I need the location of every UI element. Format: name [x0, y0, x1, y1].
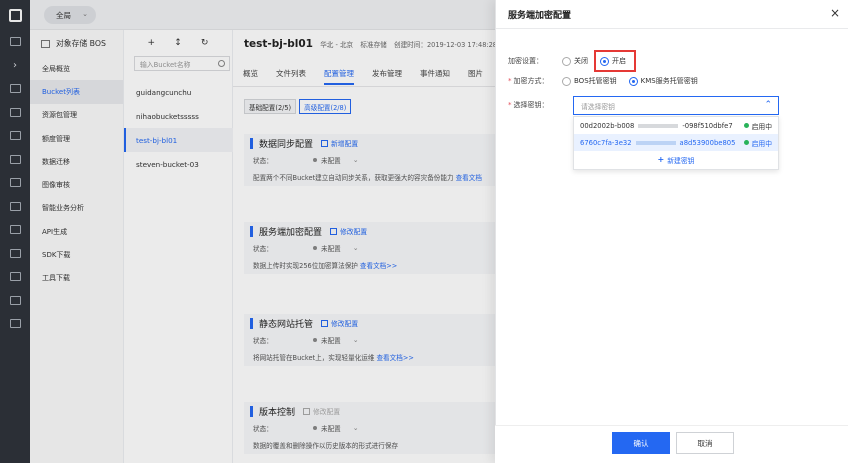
global-nav-bar: ›	[0, 0, 30, 463]
key-dropdown: 00d2002b-b008 -098f510dbfe7 启用中 6760c7fa…	[573, 116, 779, 170]
new-key-label: 新建密钥	[667, 156, 695, 165]
panel-header: 服务端加密配置 ×	[496, 0, 848, 29]
security-icon[interactable]	[0, 171, 30, 195]
cloud-logo-icon[interactable]	[0, 0, 30, 30]
encrypt-off-label: 关闭	[574, 57, 588, 65]
method-bos-radio[interactable]: BOS托管密钥	[562, 76, 617, 86]
key-select-row: * 选择密钥：	[508, 100, 562, 110]
key-select[interactable]: 请选择密钥 ⌃	[573, 96, 779, 115]
new-key-button[interactable]: + 新建密钥	[574, 151, 778, 168]
key-option-hovered[interactable]: 6760c7fa-3e32 a8d53900be805 启用中	[574, 134, 778, 151]
dashboard-icon[interactable]	[0, 30, 30, 54]
encrypt-setting-row: 加密设置： 关闭 开启	[508, 50, 648, 72]
key-state-label: 启用中	[751, 122, 772, 131]
key-id-suffix: -098f510dbfe7	[682, 121, 733, 130]
key-id-prefix: 6760c7fa-3e32	[580, 138, 632, 147]
status-dot-icon	[743, 123, 749, 128]
encrypt-method-text: 加密方式：	[513, 77, 549, 85]
analytics-icon[interactable]	[0, 242, 30, 266]
key-select-placeholder: 请选择密钥	[581, 102, 615, 111]
panel-title: 服务端加密配置	[508, 10, 572, 21]
key-id-prefix: 00d2002b-b008	[580, 121, 635, 130]
backdrop-overlay	[30, 0, 495, 463]
media-icon[interactable]	[0, 265, 30, 289]
radio-circle-icon	[562, 76, 571, 86]
encrypt-on-label: 开启	[612, 57, 626, 65]
radio-circle-icon	[562, 56, 571, 66]
redacted-mask	[635, 140, 676, 145]
chevron-up-icon: ⌃	[764, 100, 772, 110]
encrypt-method-row: * 加密方式： BOS托管密钥 KMS服务托管密钥	[508, 76, 710, 86]
expand-nav-icon[interactable]: ›	[0, 54, 30, 78]
required-mark: *	[508, 77, 512, 85]
key-option[interactable]: 00d2002b-b008 -098f510dbfe7 启用中	[574, 117, 778, 134]
encrypt-on-radio[interactable]: 开启	[594, 50, 636, 72]
close-icon[interactable]: ×	[830, 6, 840, 20]
panel-footer: 确认 取消	[495, 425, 848, 463]
compute-icon[interactable]	[0, 77, 30, 101]
key-select-text: 选择密钥：	[513, 101, 549, 109]
required-mark: *	[508, 101, 512, 109]
key-state-label: 启用中	[751, 139, 772, 148]
redacted-mask	[638, 123, 679, 128]
ai-icon[interactable]	[0, 218, 30, 242]
status-dot-icon	[743, 140, 749, 145]
storage-icon[interactable]	[0, 124, 30, 148]
confirm-button[interactable]: 确认	[612, 432, 670, 454]
method-bos-label: BOS托管密钥	[574, 77, 617, 85]
key-state: 启用中	[743, 138, 772, 148]
network-icon[interactable]	[0, 101, 30, 125]
radio-checked-icon	[628, 76, 638, 86]
encrypt-setting-label: 加密设置：	[508, 57, 543, 65]
key-id-suffix: a8d53900be805	[679, 138, 736, 147]
encrypt-off-radio[interactable]: 关闭	[562, 56, 588, 66]
monitor-icon[interactable]	[0, 289, 30, 313]
key-state: 启用中	[743, 121, 772, 131]
cancel-button[interactable]: 取消	[676, 432, 734, 454]
key-select-label: * 选择密钥：	[508, 100, 562, 110]
database-icon[interactable]	[0, 148, 30, 172]
plus-icon: +	[657, 155, 665, 164]
method-kms-label: KMS服务托管密钥	[640, 77, 698, 85]
radio-checked-icon	[600, 56, 609, 66]
cdn-icon[interactable]	[0, 195, 30, 219]
video-icon[interactable]	[0, 312, 30, 336]
encrypt-method-label: * 加密方式：	[508, 76, 562, 86]
method-kms-radio[interactable]: KMS服务托管密钥	[628, 76, 698, 86]
